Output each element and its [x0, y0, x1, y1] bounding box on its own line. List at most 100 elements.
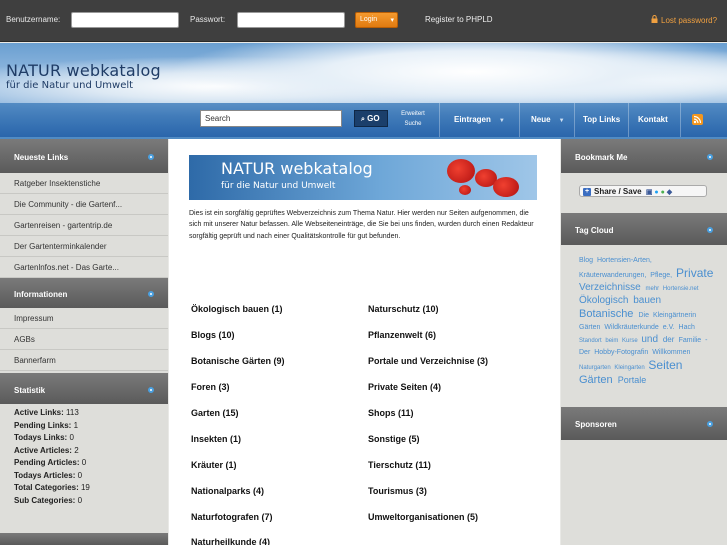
stat-row: Pending Articles: 0 [0, 458, 168, 471]
username-input[interactable] [71, 12, 179, 28]
category-link[interactable]: Kräuter (1) [191, 460, 237, 470]
category-link[interactable]: Naturheilkunde (4) [191, 537, 270, 545]
tag-link[interactable]: Hortensien-Arten, [597, 257, 652, 264]
tag-link[interactable]: Familie [679, 337, 704, 344]
tag-link[interactable]: Kleingarten [614, 365, 646, 371]
category-link[interactable]: Tierschutz (11) [368, 460, 431, 470]
category-link[interactable]: Naturschutz (10) [368, 304, 439, 314]
collapse-icon[interactable] [148, 291, 154, 297]
nav-divider [519, 103, 520, 137]
stat-value: 1 [73, 420, 79, 430]
collapse-icon[interactable] [148, 387, 154, 393]
tag-link[interactable]: Hobby-Fotografin [594, 349, 650, 356]
tag-link[interactable]: Standort [579, 338, 603, 344]
tag-link[interactable]: Portale [618, 375, 647, 385]
advanced-search-link[interactable]: Erweitert Suche [396, 109, 430, 129]
go-button[interactable]: ⌕ GO [354, 110, 388, 127]
tag-link[interactable]: e.V. [663, 324, 677, 331]
register-link[interactable]: Register to PHPLD [425, 15, 493, 24]
nav-divider [439, 103, 440, 137]
newest-link-item[interactable]: Die Community - die Gartenf... [0, 194, 168, 215]
tag-link[interactable]: Die [638, 312, 650, 319]
tag-link[interactable]: Willkommen [652, 349, 690, 356]
lost-password-link[interactable]: Lost password? [661, 16, 717, 25]
tag-link[interactable]: Blog [579, 257, 595, 264]
stat-row: Sub Categories: 0 [0, 496, 168, 509]
category-link[interactable]: Shops (11) [368, 408, 414, 418]
rss-icon[interactable] [692, 114, 703, 125]
category-link[interactable]: Naturfotografen (7) [191, 512, 273, 522]
newest-link-item[interactable]: Ratgeber Insektenstiche [0, 173, 168, 194]
tag-link[interactable]: Kleingärtnerin [653, 312, 696, 319]
info-header: Informationen [0, 278, 168, 308]
search-input[interactable] [200, 110, 342, 127]
tag-link[interactable]: Der [579, 349, 592, 356]
category-link[interactable]: Blogs (10) [191, 330, 235, 340]
tag-link[interactable]: beim [605, 338, 620, 344]
info-link-bannerfarm[interactable]: Bannerfarm [0, 350, 168, 371]
category-link[interactable]: Botanische Gärten (9) [191, 356, 285, 366]
share-save-button[interactable]: + Share / Save ▣ ● ● ◆ [579, 185, 707, 197]
bookmark-header: Bookmark Me [561, 139, 727, 173]
poppy-image [459, 185, 471, 195]
tag-link[interactable]: bauen [633, 295, 661, 306]
category-link[interactable]: Sonstige (5) [368, 434, 420, 444]
tag-link[interactable]: der [663, 335, 677, 344]
tag-link[interactable]: Kräuterwanderungen, [579, 272, 648, 279]
tag-link[interactable]: und [641, 334, 660, 345]
category-link[interactable]: Nationalparks (4) [191, 486, 264, 496]
tag-link[interactable]: Pflege, [650, 272, 674, 279]
tag-link[interactable]: Seiten [648, 358, 682, 372]
tag-link[interactable]: Verzeichnisse [579, 282, 643, 293]
collapse-icon[interactable] [707, 421, 713, 427]
category-link[interactable]: Insekten (1) [191, 434, 241, 444]
newest-link-item[interactable]: Der Gartenterminkalender [0, 236, 168, 257]
tag-link[interactable]: Ökologisch [579, 295, 631, 306]
category-link[interactable]: Portale und Verzeichnise (3) [368, 356, 488, 366]
tag-link[interactable]: mehr [645, 286, 660, 292]
share-label: Share / Save [594, 187, 642, 196]
collapse-icon[interactable] [707, 227, 713, 233]
stat-row: Todays Articles: 0 [0, 471, 168, 484]
tag-link[interactable]: Hach [679, 324, 695, 331]
nav-item-kontakt[interactable]: Kontakt [638, 115, 668, 124]
banner-subtitle: für die Natur und Umwelt [221, 181, 336, 191]
tag-link[interactable]: Botanische [579, 308, 636, 320]
tag-link[interactable]: Naturgarten [579, 365, 612, 371]
site-logo-title[interactable]: NATUR webkatalog [6, 61, 161, 80]
tag-link[interactable]: - [705, 337, 707, 344]
tag-link[interactable]: Gärten [579, 324, 602, 331]
tag-link[interactable]: Kurse [622, 338, 639, 344]
stat-value: 0 [77, 495, 83, 505]
share-plus-icon: + [583, 188, 591, 196]
nav-item-eintragen[interactable]: Eintragen ▼ [454, 115, 505, 124]
stats-list: Active Links: 113 Pending Links: 1 Today… [0, 404, 168, 508]
intro-text: Dies ist ein sorgfältig geprüftes Webver… [189, 210, 534, 240]
collapse-icon[interactable] [148, 154, 154, 160]
newest-link-item[interactable]: Gartenreisen - gartentrip.de [0, 215, 168, 236]
newest-link-item[interactable]: Gartenlnfos.net - Das Garte... [0, 257, 168, 278]
password-label: Passwort: [190, 15, 226, 24]
info-link-impressum[interactable]: Impressum [0, 308, 168, 329]
category-link[interactable]: Foren (3) [191, 382, 230, 392]
search-icon: ⌕ [361, 116, 365, 123]
nav-item-top-links[interactable]: Top Links [583, 115, 620, 124]
password-input[interactable] [237, 12, 345, 28]
nav-item-neue[interactable]: Neue ▼ [531, 115, 565, 124]
info-link-agbs[interactable]: AGBs [0, 329, 168, 350]
tag-link[interactable]: Wildkräuterkunde [604, 324, 660, 331]
category-link[interactable]: Pflanzenwelt (6) [368, 330, 436, 340]
category-link[interactable]: Ökologisch bauen (1) [191, 304, 283, 314]
tag-link[interactable]: Hortensie.net [663, 286, 699, 292]
category-link[interactable]: Garten (15) [191, 408, 239, 418]
tag-link[interactable]: Private [676, 266, 713, 280]
category-link[interactable]: Tourismus (3) [368, 486, 427, 496]
collapse-icon[interactable] [707, 154, 713, 160]
category-link[interactable]: Umweltorganisationen (5) [368, 512, 478, 522]
category-link[interactable]: Private Seiten (4) [368, 382, 441, 392]
poppy-image [493, 177, 519, 197]
login-button[interactable]: Login ▾ [355, 12, 398, 28]
tag-link[interactable]: Gärten [579, 374, 616, 386]
lock-icon [651, 15, 658, 23]
nav-divider [628, 103, 629, 137]
